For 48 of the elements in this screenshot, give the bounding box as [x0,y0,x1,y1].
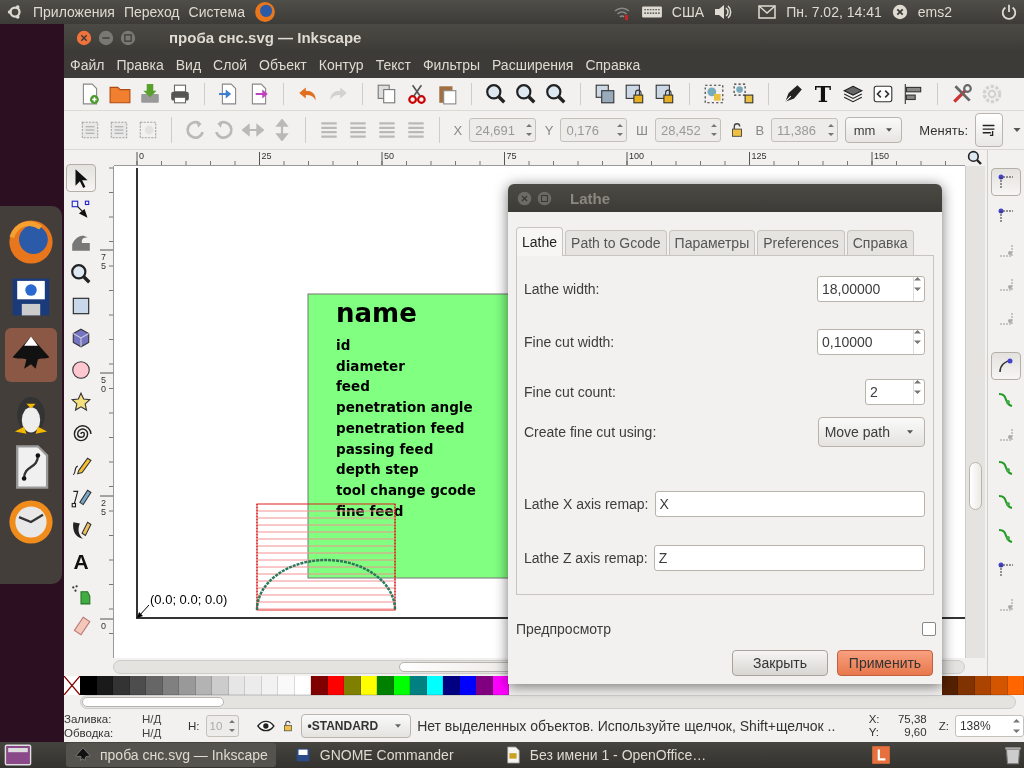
opacity-label: Н: [188,719,200,732]
origin-label: (0.0; 0.0; 0.0) [150,592,228,608]
canvas-text: tool change gcode [336,482,476,499]
stroke-label: Обводка: [64,725,115,740]
field-label: Ш [636,122,648,138]
canvas-text: fine feed [336,502,404,519]
zoom-label: Z: [938,719,949,732]
text-tool-icon: A [73,551,89,574]
ruler-number: 25 [261,151,272,162]
canvas-text: name [336,298,417,329]
ruler-number: 0 [139,151,144,162]
stroke-value: Н/Д [142,725,163,740]
field-label: Y [544,122,554,138]
canvas-text: depth step [336,461,419,478]
fill-value: Н/Д [142,711,163,726]
ruler-number: 50 [384,151,394,162]
status-message: Нет выделенных объектов. Используйте щелчок, Shift+щелчок .. [417,717,837,734]
field-label: В [755,122,765,138]
ruler-number: 0 [101,621,106,632]
ruler-number: 150 [874,151,890,162]
ruler-number: 125 [751,151,767,162]
canvas-text: passing feed [336,440,434,457]
canvas-text: diameter [336,357,405,374]
y-label: Y: [868,725,880,739]
y-value: 9,60 [903,725,927,739]
field-label: Create fine cut using: [524,424,657,440]
ruler-number: 75 [101,252,106,272]
x-value: 75,38 [896,712,927,726]
transform-label: Менять: [919,122,969,138]
field-label: Lathe width: [524,280,600,297]
field-label: Lathe Z axis remap: [524,549,648,566]
field-label: Fine cut width: [524,333,615,350]
field-label: Fine cut count: [524,384,616,400]
field-label: Lathe X axis remap: [524,496,649,512]
fill-label: Заливка: [64,711,113,726]
ruler-number: 25 [101,498,106,518]
canvas-text: feed [336,378,370,395]
window-title: проба снс.svg — Inkscape [169,29,362,47]
ruler-number: 75 [506,151,517,162]
dialog-title: Lathe [570,189,610,207]
x-label: X: [868,712,881,726]
ruler-number: 50 [101,375,106,395]
field-label: X [453,122,463,138]
checkbox-label: Предпросмотр [516,621,611,637]
canvas-text: id [336,337,351,354]
ruler-number: 100 [629,151,645,162]
canvas-text: penetration angle [336,399,473,416]
canvas-text: penetration feed [336,420,465,436]
